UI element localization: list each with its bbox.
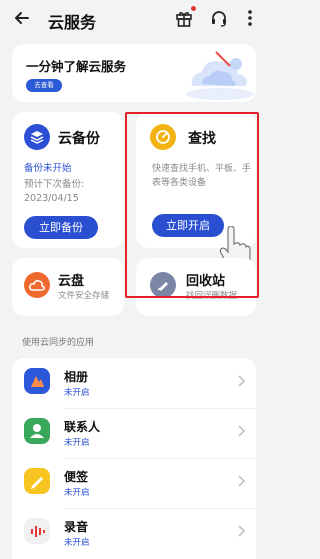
highlight-box [125, 112, 259, 298]
recorder-title: 录音 [64, 520, 89, 534]
drive-subtitle: 文件安全存储 [58, 291, 110, 301]
chevron-right-icon [238, 525, 246, 537]
more-options-icon[interactable] [240, 8, 260, 28]
gift-icon[interactable] [174, 8, 194, 28]
cloud-backup-icon [24, 124, 50, 150]
list-item-gallery[interactable]: 相册 未开启 [12, 358, 256, 408]
headset-icon[interactable] [209, 8, 229, 28]
list-item-notes[interactable]: 便签 未开启 [12, 458, 256, 508]
backup-status: 备份未开始 [24, 163, 72, 174]
contacts-title: 联系人 [64, 420, 101, 434]
notes-status: 未开启 [64, 488, 90, 498]
notes-title: 便签 [64, 470, 89, 484]
page-title: 云服务 [48, 13, 97, 32]
next-backup-label: 预计下次备份: [24, 179, 85, 190]
contacts-status: 未开启 [64, 438, 90, 448]
chevron-right-icon [238, 375, 246, 387]
recorder-status: 未开启 [64, 538, 90, 548]
backup-card[interactable]: 云备份 备份未开始 预计下次备份: 2023/04/15 立即备份 [12, 112, 124, 248]
top-bar: 云服务 [0, 0, 268, 38]
list-item-recorder[interactable]: 录音 未开启 [12, 508, 256, 558]
list-item-contacts[interactable]: 联系人 未开启 [12, 408, 256, 458]
sync-app-list: 相册 未开启 联系人 未开启 便签 未开启 录音 未开启 [12, 358, 256, 559]
next-backup-date: 2023/04/15 [24, 193, 79, 204]
sync-section-label: 使用云同步的应用 [22, 338, 95, 348]
gallery-status: 未开启 [64, 388, 90, 398]
cloud-illustration [186, 51, 254, 100]
backup-now-button[interactable]: 立即备份 [24, 216, 98, 239]
gallery-icon [24, 368, 50, 394]
back-arrow-icon[interactable] [12, 8, 32, 28]
contacts-icon [24, 418, 50, 444]
chevron-right-icon [238, 425, 246, 437]
recorder-icon [24, 518, 50, 544]
notes-icon [24, 468, 50, 494]
cloud-drive-card[interactable]: 云盘 文件安全存储 [12, 258, 124, 316]
banner-title: 一分钟了解云服务 [26, 59, 127, 74]
backup-title: 云备份 [58, 131, 100, 147]
cloud-drive-icon [24, 272, 50, 298]
drive-title: 云盘 [58, 274, 85, 289]
banner-view-button[interactable]: 去查看 [26, 79, 62, 92]
gallery-title: 相册 [64, 370, 89, 384]
chevron-right-icon [238, 475, 246, 487]
notification-dot [191, 6, 196, 11]
intro-banner[interactable]: 一分钟了解云服务 去查看 [12, 44, 256, 102]
